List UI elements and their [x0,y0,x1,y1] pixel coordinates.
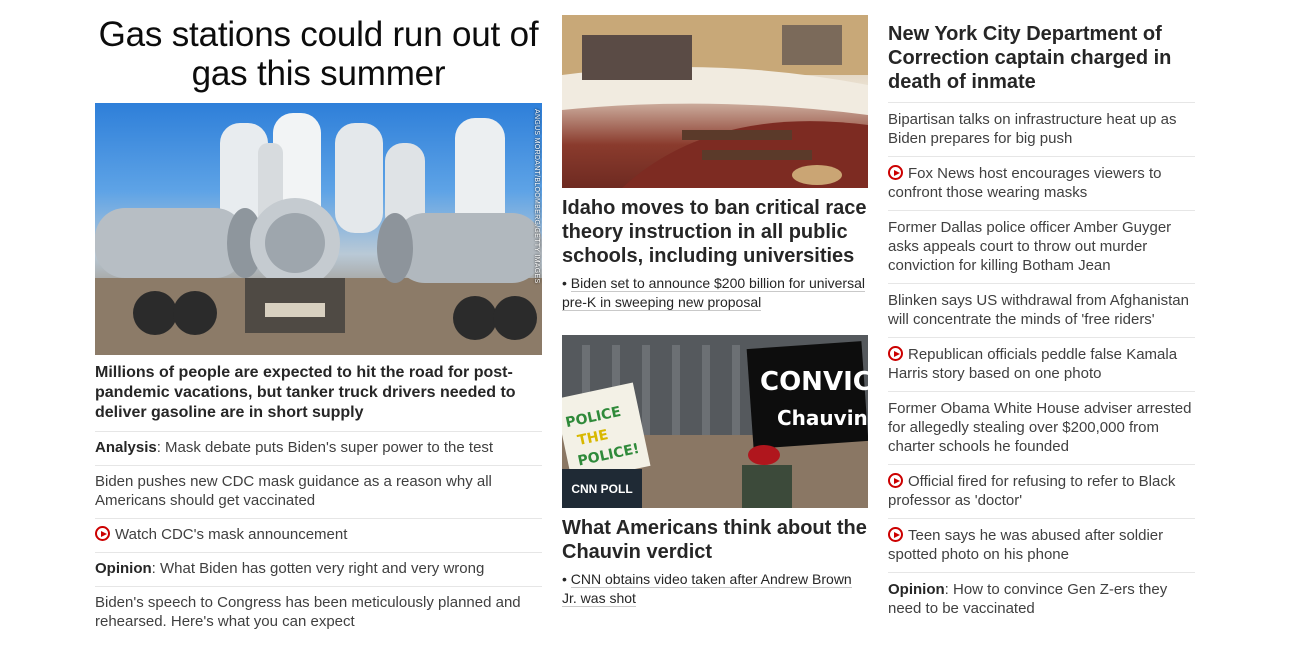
headline-text[interactable]: Fox News host encourages viewers to conf… [888,165,1161,201]
headline-link[interactable]: Fox News host encourages viewers to conf… [888,157,1195,211]
video-play-icon [95,526,110,541]
headline-label: Opinion [95,560,152,577]
idaho-story-headline[interactable]: Idaho moves to ban critical race theory … [562,196,868,268]
headline-text[interactable]: Former Dallas police officer Amber Guyge… [888,219,1171,274]
sign-chauvin-text: Chauvin [777,406,868,430]
headline-text[interactable]: Teen says he was abused after soldier sp… [888,527,1163,563]
pre-k-story-link-text[interactable]: Biden set to announce $200 billion for u… [562,275,865,311]
headline-label: Opinion [888,581,945,598]
left-column: Gas stations could run out of gas this s… [95,0,542,639]
middle-column: Idaho moves to ban critical race theory … [562,0,868,608]
right-headline-list: Bipartisan talks on infrastructure heat … [888,103,1195,626]
headline-link[interactable]: Biden's speech to Congress has been meti… [95,587,542,639]
right-column: New York City Department of Correction c… [888,0,1195,626]
headline-link[interactable]: Former Obama White House adviser arreste… [888,392,1195,465]
senate-chamber-illustration [562,15,868,188]
tanker-trucks-illustration [95,113,542,355]
chauvin-protest-image[interactable]: CONVICT Chauvin POLICE THE POLICE! CNN P… [562,335,868,508]
andrew-brown-story-link[interactable]: • CNN obtains video taken after Andrew B… [562,570,868,608]
left-headline-list: Analysis: Mask debate puts Biden's super… [95,432,542,639]
headline-link[interactable]: Republican officials peddle false Kamala… [888,338,1195,392]
idaho-senate-chamber-image[interactable] [562,15,868,188]
headline-text[interactable]: Former Obama White House adviser arreste… [888,400,1191,455]
headline-text[interactable]: : What Biden has gotten very right and v… [152,560,485,577]
headline-text[interactable]: Republican officials peddle false Kamala… [888,346,1177,382]
headline-link[interactable]: Opinion: What Biden has gotten very righ… [95,553,542,587]
headline-text[interactable]: Blinken says US withdrawal from Afghanis… [888,292,1189,328]
headline-link[interactable]: Teen says he was abused after soldier sp… [888,519,1195,573]
pre-k-story-link[interactable]: • Biden set to announce $200 billion for… [562,274,868,312]
headline-link[interactable]: Watch CDC's mask announcement [95,519,542,553]
chauvin-poll-headline[interactable]: What Americans think about the Chauvin v… [562,516,868,564]
headline-link[interactable]: Blinken says US withdrawal from Afghanis… [888,284,1195,338]
headline-link[interactable]: Bipartisan talks on infrastructure heat … [888,103,1195,157]
headline-link[interactable]: Analysis: Mask debate puts Biden's super… [95,432,542,466]
video-play-icon [888,165,903,180]
video-play-icon [888,527,903,542]
headline-text[interactable]: Official fired for refusing to refer to … [888,473,1175,509]
headline-link[interactable]: Official fired for refusing to refer to … [888,465,1195,519]
sign-convict-text: CONVICT [760,367,868,397]
hero-description[interactable]: Millions of people are expected to hit t… [95,363,542,432]
headline-link[interactable]: Biden pushes new CDC mask guidance as a … [95,466,542,519]
headline-label: Analysis [95,439,157,456]
headline-text[interactable]: Watch CDC's mask announcement [115,526,347,543]
nyc-correction-headline[interactable]: New York City Department of Correction c… [888,22,1195,103]
headline-link[interactable]: Opinion: How to convince Gen Z-ers they … [888,573,1195,626]
headline-text[interactable]: Biden's speech to Congress has been meti… [95,594,521,630]
cnn-poll-badge: CNN POLL [562,469,642,508]
hero-image-tanker-trucks[interactable]: ANGUS MORDANT/BLOOMBERG/GETTY IMAGES [95,103,542,355]
andrew-brown-story-link-text[interactable]: CNN obtains video taken after Andrew Bro… [562,571,852,607]
headline-text[interactable]: Biden pushes new CDC mask guidance as a … [95,473,492,509]
headline-text[interactable]: : Mask debate puts Biden's super power t… [157,439,493,456]
headline-text[interactable]: Bipartisan talks on infrastructure heat … [888,111,1177,147]
photo-credit: ANGUS MORDANT/BLOOMBERG/GETTY IMAGES [533,109,540,284]
video-play-icon [888,346,903,361]
headline-link[interactable]: Former Dallas police officer Amber Guyge… [888,211,1195,284]
hero-headline[interactable]: Gas stations could run out of gas this s… [95,15,542,93]
video-play-icon [888,473,903,488]
